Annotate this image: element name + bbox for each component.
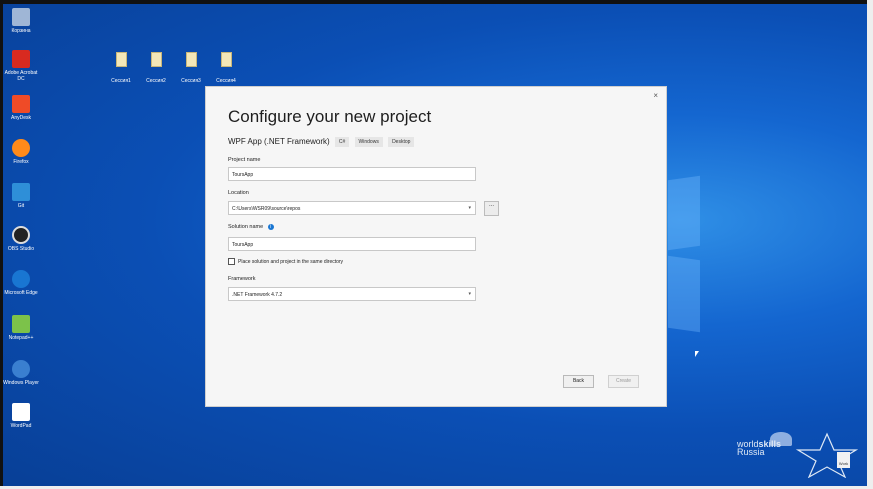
chevron-down-icon[interactable]: ▾ [468,205,471,211]
git-icon [12,183,30,201]
same-directory-label: Place solution and project in the same d… [238,259,344,265]
project-name-label: Project name [228,157,261,163]
location-value: C:\Users\WSR09\source\repos [232,206,301,212]
solution-name-label: Solution name [228,224,264,230]
document-icon [115,52,127,67]
wordpad-icon [12,403,30,421]
desktop-icon-label: AnyDesk [10,115,31,121]
desktop-icon-label: Microsoft Edge [4,290,38,296]
chevron-down-icon[interactable]: ▾ [468,291,471,297]
desktop-file-3[interactable]: Сессия3 [176,52,206,87]
desktop-icon-obs[interactable]: OBS Studio [1,226,41,252]
project-name-input[interactable]: ToursApp [228,167,476,181]
screen-frame-right [867,0,873,489]
work-badge: Work [837,452,850,468]
back-button[interactable]: Back [563,375,594,388]
desktop-icon-label: WordPad [10,423,32,429]
desktop-icon-anydesk[interactable]: AnyDesk [1,95,41,121]
solution-name-input[interactable]: ToursApp [228,237,476,251]
notepadpp-icon [12,315,30,333]
worldskills-russia: Russia [737,447,765,457]
desktop-icon-edge[interactable]: Microsoft Edge [1,270,41,296]
location-combobox[interactable]: C:\Users\WSR09\source\repos ▾ [228,201,476,215]
recycle-bin-icon [12,8,30,26]
obs-icon [12,226,30,244]
desktop-icon-notepadpp[interactable]: Notepad++ [1,315,41,341]
create-button[interactable]: Create [608,375,639,388]
desktop-icon-label: Windows Player [3,380,39,386]
desktop-file-label: Сессия1 [111,78,131,84]
desktop-file-1[interactable]: Сессия1 [106,52,136,87]
desktop-file-label: Сессия3 [181,78,201,84]
wallpaper-beam [668,175,700,251]
desktop-icon-wordpad[interactable]: WordPad [1,403,41,429]
desktop-file-2[interactable]: Сессия2 [141,52,171,87]
framework-value: .NET Framework 4.7.2 [232,292,283,298]
firefox-icon [12,139,30,157]
desktop-icon-recycle-bin[interactable]: Корзина [1,8,41,34]
edge-icon [12,270,30,288]
document-icon [185,52,197,67]
browse-button[interactable]: ... [484,201,499,216]
template-tag-platform: Windows [354,137,383,147]
template-tag-type: Desktop [388,137,415,147]
template-header: WPF App (.NET Framework) C# Windows Desk… [228,137,415,147]
info-icon[interactable]: i [267,224,274,230]
template-name: WPF App (.NET Framework) [228,137,330,147]
desktop-icon-git[interactable]: Git [1,183,41,209]
document-icon [150,52,162,67]
desktop-icon-label: OBS Studio [7,246,35,252]
desktop-icon-firefox[interactable]: Firefox [1,139,41,165]
configure-project-dialog: × Configure your new project WPF App (.N… [205,86,667,407]
mouse-cursor-icon [695,351,699,357]
document-icon [220,52,232,67]
desktop-file-label: Сессия4 [216,78,236,84]
desktop-icon-label: Adobe Acrobat DC [4,70,38,82]
framework-select[interactable]: .NET Framework 4.7.2 ▾ [228,287,476,301]
solution-name-label-row: Solution name i [228,224,274,230]
desktop-icon-acrobat[interactable]: Adobe Acrobat DC [1,50,41,82]
desktop-icon-label: Git [17,203,25,209]
wallpaper-beam [668,255,700,333]
acrobat-icon [12,50,30,68]
desktop-icon-label: Firefox [13,159,29,165]
desktop-file-4[interactable]: Сессия4 [211,52,241,87]
framework-label: Framework [228,276,256,282]
desktop-icon-player[interactable]: Windows Player [1,360,41,386]
desktop-file-label: Сессия2 [146,78,166,84]
same-directory-checkbox[interactable] [228,258,235,265]
desktop-icon-label: Notepad++ [8,335,34,341]
anydesk-icon [12,95,30,113]
player-icon [12,360,30,378]
close-icon[interactable]: × [653,91,658,100]
page-title: Configure your new project [228,107,432,126]
screen-frame-top [0,0,873,4]
desktop-icon-label: Корзина [11,28,31,34]
worldskills-logo: worldskills Russia [737,440,781,457]
location-label: Location [228,190,249,196]
template-tag-language: C# [334,137,350,147]
